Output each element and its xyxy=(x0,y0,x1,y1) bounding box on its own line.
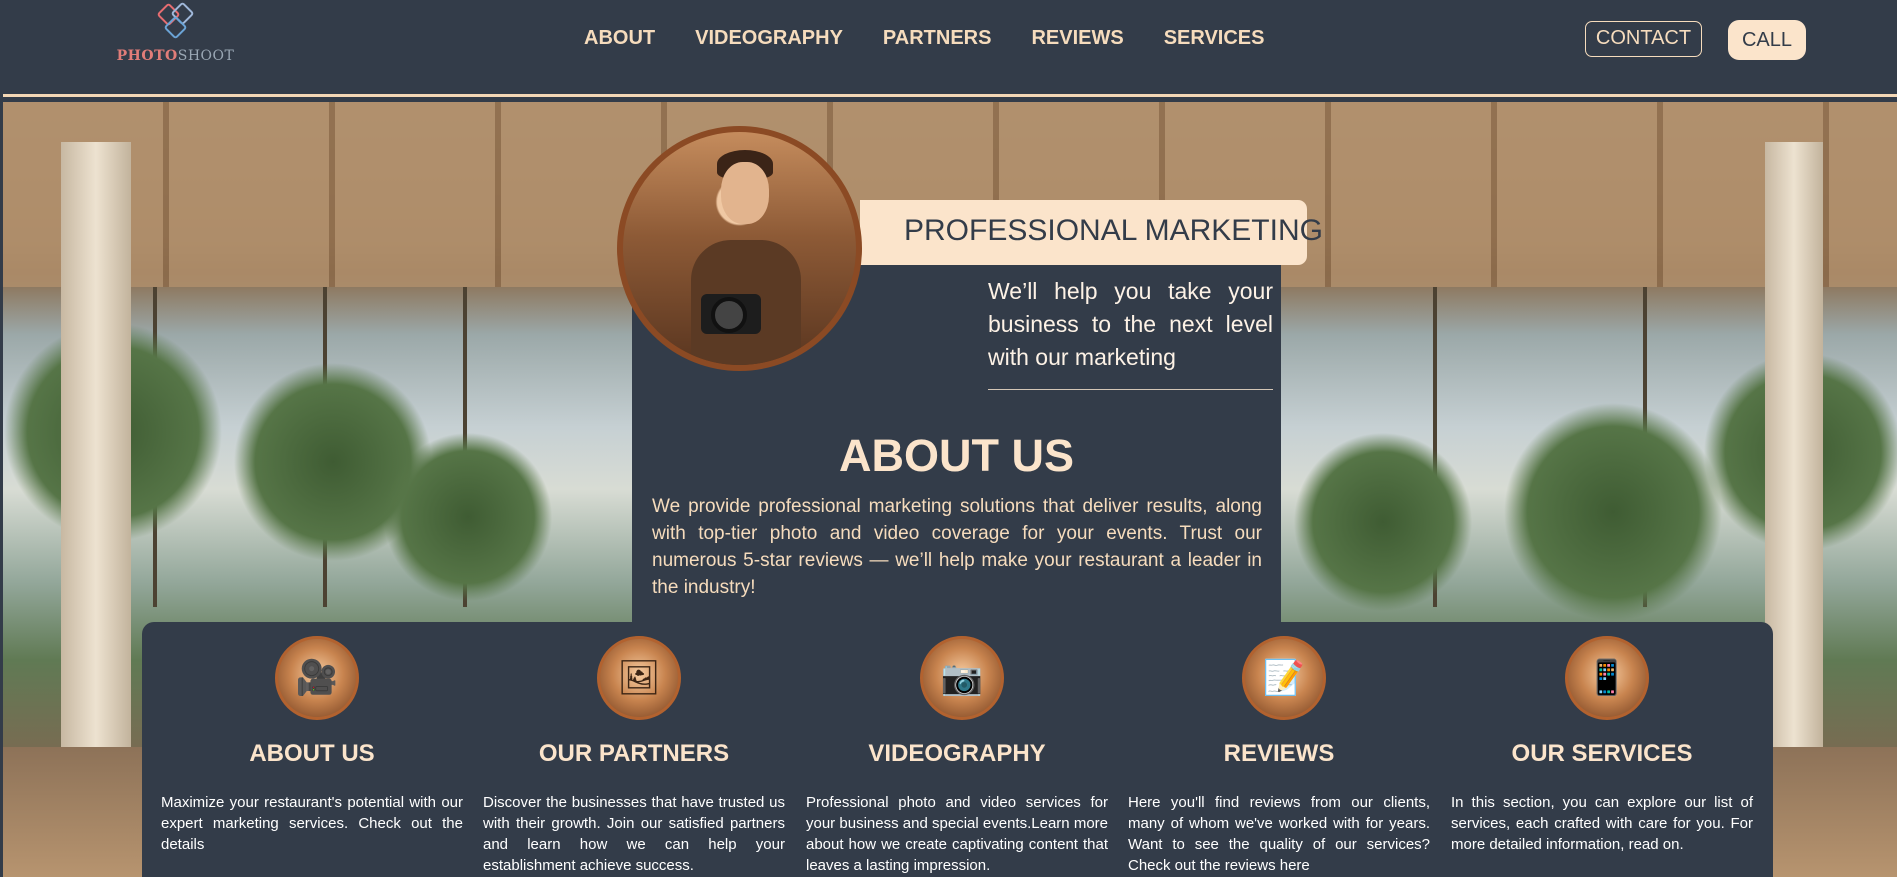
film-crew-icon: 🎥 xyxy=(275,636,359,720)
palm-tree xyxy=(383,432,553,602)
contacts-phone-icon: 📱 xyxy=(1565,636,1649,720)
nav-partners[interactable]: PARTNERS xyxy=(883,26,992,50)
logo[interactable]: PHOTOSHOOT xyxy=(113,1,238,68)
nav-videography[interactable]: VIDEOGRAPHY xyxy=(695,26,843,50)
nav-services[interactable]: SERVICES xyxy=(1164,26,1265,50)
site-header: PHOTOSHOOT ABOUT VIDEOGRAPHY PARTNERS RE… xyxy=(3,0,1897,97)
card-text: In this section, you can explore our lis… xyxy=(1451,794,1753,853)
tag-text: PROFESSIONAL MARKETING xyxy=(904,214,1323,247)
card-text: Maximize your restaurant's potential wit… xyxy=(161,794,463,853)
review-note-icon: 📝 xyxy=(1242,636,1326,720)
card-title[interactable]: REVIEWS xyxy=(1128,740,1430,768)
hero-subline: We’ll help you take your business to the… xyxy=(988,278,1273,370)
card-text: Professional photo and video services fo… xyxy=(806,794,1108,874)
palm-tree xyxy=(1293,432,1473,612)
card-title[interactable]: OUR PARTNERS xyxy=(483,740,785,768)
logo-wordmark: PHOTOSHOOT xyxy=(116,48,235,64)
photos-icon: 🖼 xyxy=(597,636,681,720)
card-title[interactable]: OUR SERVICES xyxy=(1451,740,1753,768)
main-nav: ABOUT VIDEOGRAPHY PARTNERS REVIEWS SERVI… xyxy=(584,26,1304,50)
nav-about[interactable]: ABOUT xyxy=(584,26,655,50)
call-button[interactable]: CALL xyxy=(1728,20,1806,60)
nav-reviews[interactable]: REVIEWS xyxy=(1031,26,1123,50)
card-title[interactable]: VIDEOGRAPHY xyxy=(806,740,1108,768)
card-text: Discover the businesses that have truste… xyxy=(483,794,785,874)
professional-marketing-tag: PROFESSIONAL MARKETING xyxy=(860,200,1323,265)
palm-tree xyxy=(1503,402,1723,622)
card-text: Here you'll find reviews from our client… xyxy=(1128,794,1430,874)
about-title: ABOUT US xyxy=(839,430,1074,481)
camera-icon: 📷 xyxy=(920,636,1004,720)
logo-cubes-icon xyxy=(155,1,195,40)
about-text: We provide professional marketing soluti… xyxy=(652,496,1262,598)
feature-cards: 🎥 ABOUT US Maximize your restaurant's po… xyxy=(142,622,1773,877)
divider xyxy=(988,389,1273,390)
card-title[interactable]: ABOUT US xyxy=(161,740,463,768)
photographer-portrait-image xyxy=(617,126,862,371)
contact-button[interactable]: CONTACT xyxy=(1585,21,1702,57)
